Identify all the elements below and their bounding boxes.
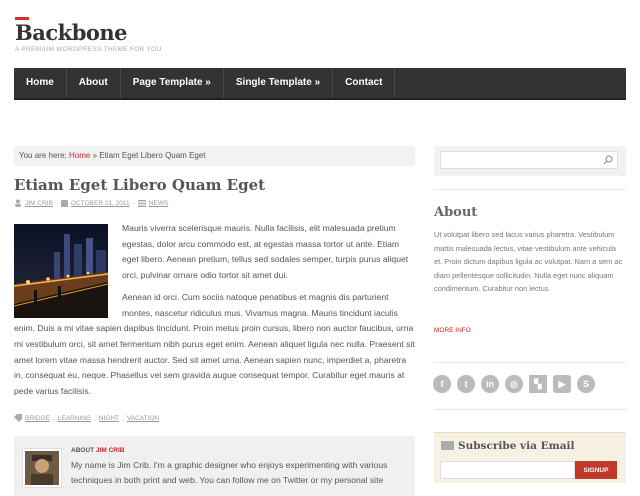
post-title: Etiam Eget Libero Quam Eget (14, 176, 266, 194)
search-input[interactable] (440, 151, 618, 169)
calendar-icon (60, 199, 68, 207)
sidebar-divider (434, 362, 626, 363)
youtube-icon[interactable]: ▶ (553, 375, 571, 393)
sidebar-divider (434, 189, 626, 190)
meta-dot: · (55, 199, 58, 207)
delicious-icon[interactable]: ▚ (529, 375, 547, 393)
dribbble-icon[interactable]: ◎ (505, 375, 523, 393)
signup-button[interactable]: SIGNUP (575, 461, 617, 479)
author-label: ABOUT (71, 447, 95, 454)
site-tagline: A PREMIUM WORDPRESS THEME FOR YOU (15, 46, 162, 53)
author-box: ABOUT JIM CRIB My name is Jim Crib. I'm … (14, 436, 415, 496)
post-tags: BRIDGE, LEARNING, NIGHT, VACATION (14, 414, 159, 422)
twitter-icon[interactable]: t (457, 375, 475, 393)
breadcrumb-separator: » (92, 151, 98, 160)
breadcrumb-current: Etiam Eget Libero Quam Eget (99, 151, 206, 160)
nav-home[interactable]: Home (14, 68, 67, 98)
author-heading: ABOUT JIM CRIB (71, 447, 124, 454)
skype-icon[interactable]: S (577, 375, 595, 393)
linkedin-icon[interactable]: in (481, 375, 499, 393)
author-icon (15, 199, 21, 207)
nav-contact[interactable]: Contact (333, 68, 396, 98)
about-widget-text: Ut volutpat libero sed lacus varius phar… (434, 230, 623, 293)
subscribe-title: Subscribe via Email (458, 440, 575, 452)
more-info-link[interactable]: MORE INFO (434, 327, 471, 334)
tag-link[interactable]: NIGHT (99, 415, 119, 422)
post-author-link[interactable]: JIM CRIB (25, 200, 53, 207)
post-date-link[interactable]: OCTOBER 21, 2011 (71, 200, 130, 207)
mail-icon (441, 441, 454, 450)
nav-page-template[interactable]: Page Template » (121, 68, 224, 98)
tag-link[interactable]: BRIDGE (25, 415, 50, 422)
post-body: Mauris viverra scelerisque mauris. Nulla… (14, 221, 415, 406)
tag-comma: , (93, 414, 96, 422)
post-category-link[interactable]: NEWS (149, 200, 169, 207)
subscribe-widget: Subscribe via Email SIGNUP (434, 432, 626, 483)
tag-link[interactable]: VACATION (127, 415, 159, 422)
author-bio: My name is Jim Crib. I'm a graphic desig… (71, 460, 388, 485)
breadcrumb: You are here: Home » Etiam Eget Libero Q… (14, 146, 415, 166)
meta-dot: · (132, 199, 135, 207)
tag-icon (14, 414, 22, 422)
sidebar-divider (434, 409, 626, 410)
nav-about[interactable]: About (67, 68, 121, 98)
tag-link[interactable]: LEARNING (58, 415, 91, 422)
tag-comma: , (122, 414, 124, 422)
breadcrumb-home-link[interactable]: Home (69, 151, 90, 160)
search-icon[interactable] (603, 155, 613, 165)
tag-comma: , (52, 414, 55, 422)
nav-single-template[interactable]: Single Template » (224, 68, 334, 98)
social-icons: f t in ◎ ▚ ▶ S (433, 375, 595, 393)
main-nav: Home About Page Template » Single Templa… (14, 68, 626, 100)
thumbnail-spacer (14, 221, 122, 319)
breadcrumb-prefix: You are here: (19, 151, 67, 160)
about-widget-title: About (434, 205, 478, 220)
subscribe-email-input[interactable] (440, 461, 575, 479)
site-title[interactable]: Backbone (15, 20, 128, 45)
category-icon (137, 199, 146, 207)
facebook-icon[interactable]: f (433, 375, 451, 393)
author-name[interactable]: JIM CRIB (96, 447, 125, 454)
avatar (22, 448, 62, 488)
post-meta: JIM CRIB · OCTOBER 21, 2011 · NEWS (14, 199, 168, 207)
